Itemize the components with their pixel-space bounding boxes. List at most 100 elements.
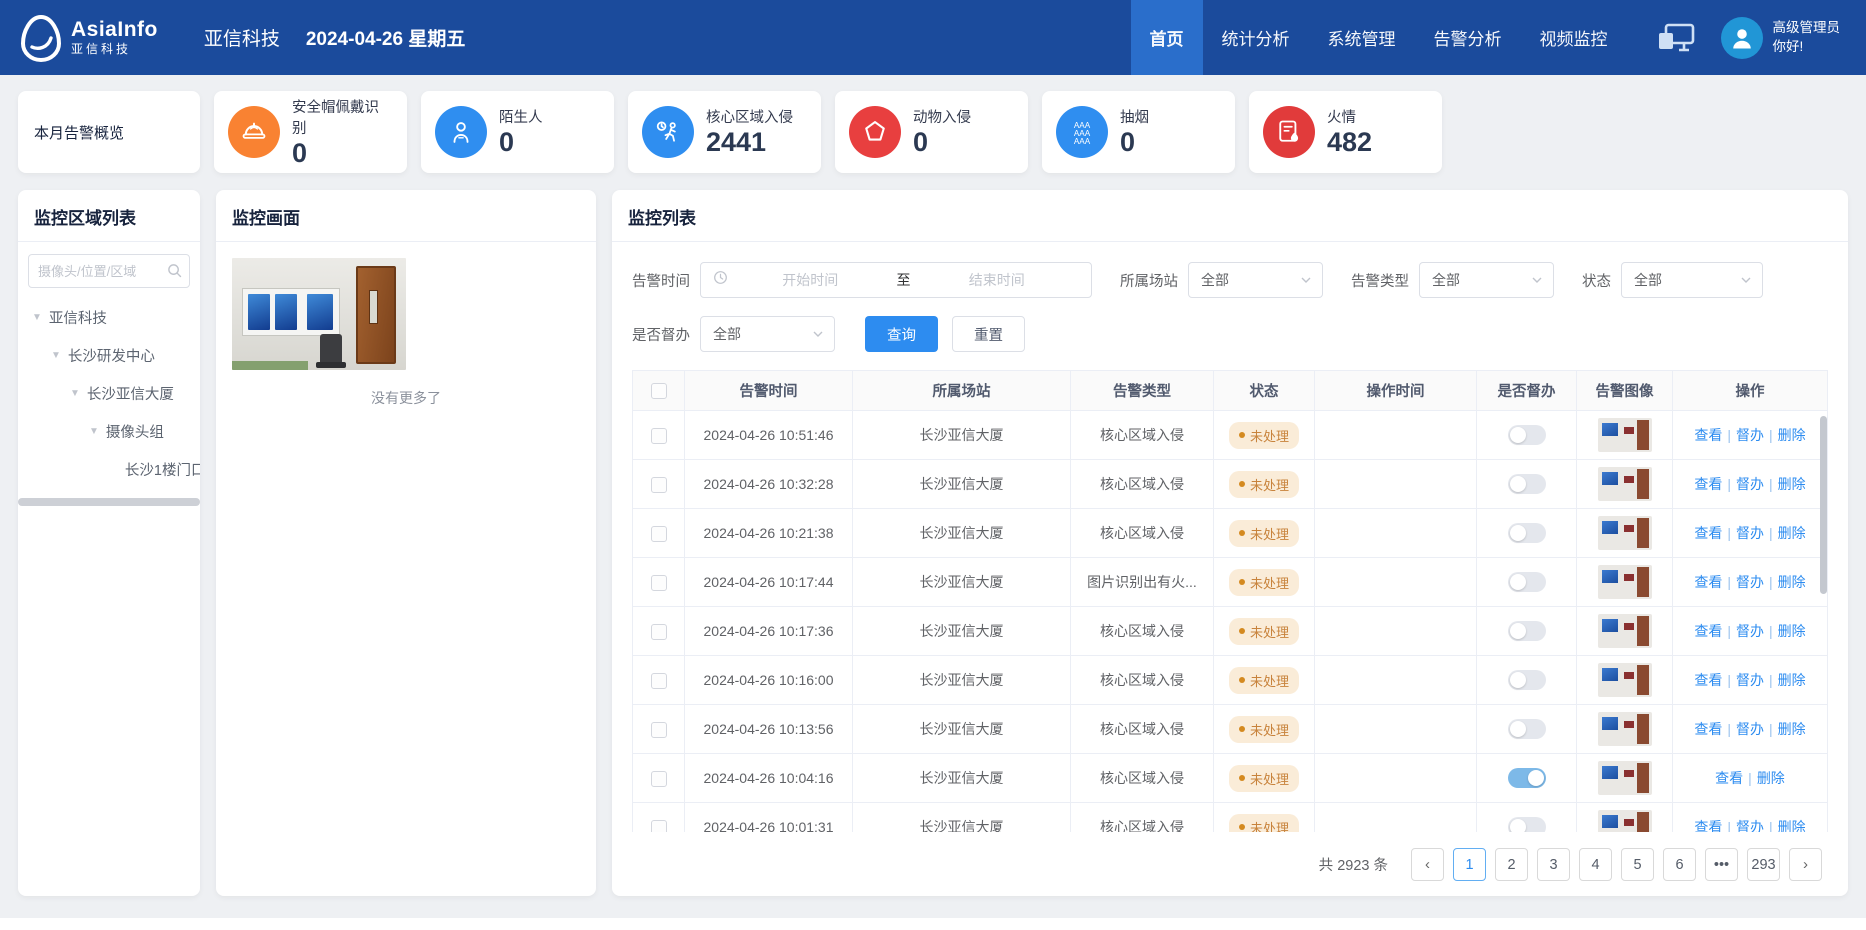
nav-item-3[interactable]: 告警分析 [1415,0,1521,75]
station-select[interactable]: 全部 [1188,262,1323,298]
action-view-link[interactable]: 查看 [1694,525,1722,541]
row-checkbox[interactable] [651,477,667,493]
action-view-link[interactable]: 查看 [1694,672,1722,688]
select-all-checkbox[interactable] [651,383,667,399]
supervise-toggle[interactable] [1508,523,1546,543]
search-icon[interactable] [167,263,182,283]
supervise-toggle[interactable] [1508,621,1546,641]
caret-down-icon[interactable]: ▼ [51,350,61,361]
action-delete-link[interactable]: 删除 [1778,427,1806,443]
supervise-toggle[interactable] [1508,425,1546,445]
action-delete-link[interactable]: 删除 [1778,476,1806,492]
action-delete-link[interactable]: 删除 [1778,623,1806,639]
alarm-image-thumbnail[interactable] [1598,467,1652,501]
page-button-1[interactable]: 1 [1453,848,1486,881]
action-view-link[interactable]: 查看 [1694,623,1722,639]
supervise-toggle[interactable] [1508,768,1546,788]
end-time-placeholder[interactable]: 结束时间 [915,270,1080,290]
page-button-3[interactable]: 3 [1537,848,1570,881]
action-supervise-link[interactable]: 督办 [1736,427,1764,443]
action-supervise-link[interactable]: 督办 [1736,525,1764,541]
supervise-toggle[interactable] [1508,817,1546,832]
action-supervise-link[interactable]: 督办 [1736,476,1764,492]
alarm-image-thumbnail[interactable] [1598,565,1652,599]
caret-down-icon[interactable]: ▼ [89,426,99,437]
tree-node[interactable]: ▼亚信科技 [28,298,190,336]
row-checkbox[interactable] [651,575,667,591]
more-pages-button[interactable]: ••• [1705,848,1738,881]
alarm-image-thumbnail[interactable] [1598,418,1652,452]
action-view-link[interactable]: 查看 [1694,721,1722,737]
supervise-toggle[interactable] [1508,719,1546,739]
action-supervise-link[interactable]: 督办 [1736,721,1764,737]
action-view-link[interactable]: 查看 [1694,427,1722,443]
user-menu[interactable]: 高级管理员 你好! [1721,0,1841,75]
prev-page-button[interactable]: ‹ [1411,848,1444,881]
nav-item-0[interactable]: 首页 [1131,0,1203,75]
action-supervise-link[interactable]: 督办 [1736,623,1764,639]
camera-snapshot[interactable] [232,258,406,370]
row-checkbox[interactable] [651,526,667,542]
tree-node[interactable]: ▼摄像头组 [28,412,190,450]
action-delete-link[interactable]: 删除 [1778,819,1806,832]
row-checkbox[interactable] [651,673,667,689]
alarm-overview-row: 本月告警概览 安全帽佩戴识别0陌生人0核心区域入侵2441动物入侵0AAAAAA… [0,75,1866,173]
alarm-time-range-input[interactable]: 开始时间 至 结束时间 [700,262,1092,298]
alarm-image-thumbnail[interactable] [1598,761,1652,795]
caret-down-icon[interactable]: ▼ [32,312,42,323]
row-checkbox[interactable] [651,722,667,738]
action-view-link[interactable]: 查看 [1694,574,1722,590]
page-button-6[interactable]: 6 [1663,848,1696,881]
row-checkbox[interactable] [651,771,667,787]
action-delete-link[interactable]: 删除 [1778,721,1806,737]
multi-screen-icon[interactable] [1657,0,1695,75]
search-button[interactable]: 查询 [865,316,938,352]
supervise-toggle[interactable] [1508,474,1546,494]
supervise-toggle[interactable] [1508,670,1546,690]
alarm-image-thumbnail[interactable] [1598,516,1652,550]
nav-item-1[interactable]: 统计分析 [1203,0,1309,75]
page-button-4[interactable]: 4 [1579,848,1612,881]
nav-item-2[interactable]: 系统管理 [1309,0,1415,75]
tree-node[interactable]: ▼长沙研发中心 [28,336,190,374]
next-page-button[interactable]: › [1789,848,1822,881]
row-checkbox[interactable] [651,428,667,444]
action-view-link[interactable]: 查看 [1715,770,1743,786]
page-button-2[interactable]: 2 [1495,848,1528,881]
horizontal-scrollbar[interactable] [18,498,200,506]
user-avatar-icon[interactable] [1721,17,1763,59]
action-supervise-link[interactable]: 督办 [1736,672,1764,688]
tree-node[interactable]: ▼长沙亚信大厦 [28,374,190,412]
action-delete-link[interactable]: 删除 [1778,672,1806,688]
supervise-select[interactable]: 全部 [700,316,835,352]
row-checkbox[interactable] [651,820,667,832]
alarm-table: 告警时间所属场站告警类型状态操作时间是否督办告警图像操作 2024-04-26 … [632,370,1828,832]
action-supervise-link[interactable]: 督办 [1736,819,1764,832]
action-delete-link[interactable]: 删除 [1757,770,1785,786]
row-checkbox[interactable] [651,624,667,640]
start-time-placeholder[interactable]: 开始时间 [728,270,893,290]
reset-button[interactable]: 重置 [952,316,1025,352]
action-view-link[interactable]: 查看 [1694,819,1722,832]
alarm-type-select[interactable]: 全部 [1419,262,1554,298]
caret-down-icon[interactable]: ▼ [70,388,80,399]
alarm-image-thumbnail[interactable] [1598,810,1652,832]
page-button-5[interactable]: 5 [1621,848,1654,881]
footer-strip [0,918,1866,930]
vertical-scrollbar[interactable] [1820,416,1827,594]
alarm-image-thumbnail[interactable] [1598,663,1652,697]
alarm-time-cell: 2024-04-26 10:13:56 [685,705,853,754]
alarm-image-thumbnail[interactable] [1598,614,1652,648]
nav-item-4[interactable]: 视频监控 [1521,0,1627,75]
alarm-image-thumbnail[interactable] [1598,712,1652,746]
status-select[interactable]: 全部 [1621,262,1763,298]
action-delete-link[interactable]: 删除 [1778,525,1806,541]
tree-node[interactable]: ▼长沙1楼门口 [28,450,190,488]
status-badge: 未处理 [1229,422,1299,449]
camera-search-input[interactable] [28,254,190,288]
action-delete-link[interactable]: 删除 [1778,574,1806,590]
page-button-293[interactable]: 293 [1747,848,1780,881]
action-view-link[interactable]: 查看 [1694,476,1722,492]
supervise-toggle[interactable] [1508,572,1546,592]
action-supervise-link[interactable]: 督办 [1736,574,1764,590]
